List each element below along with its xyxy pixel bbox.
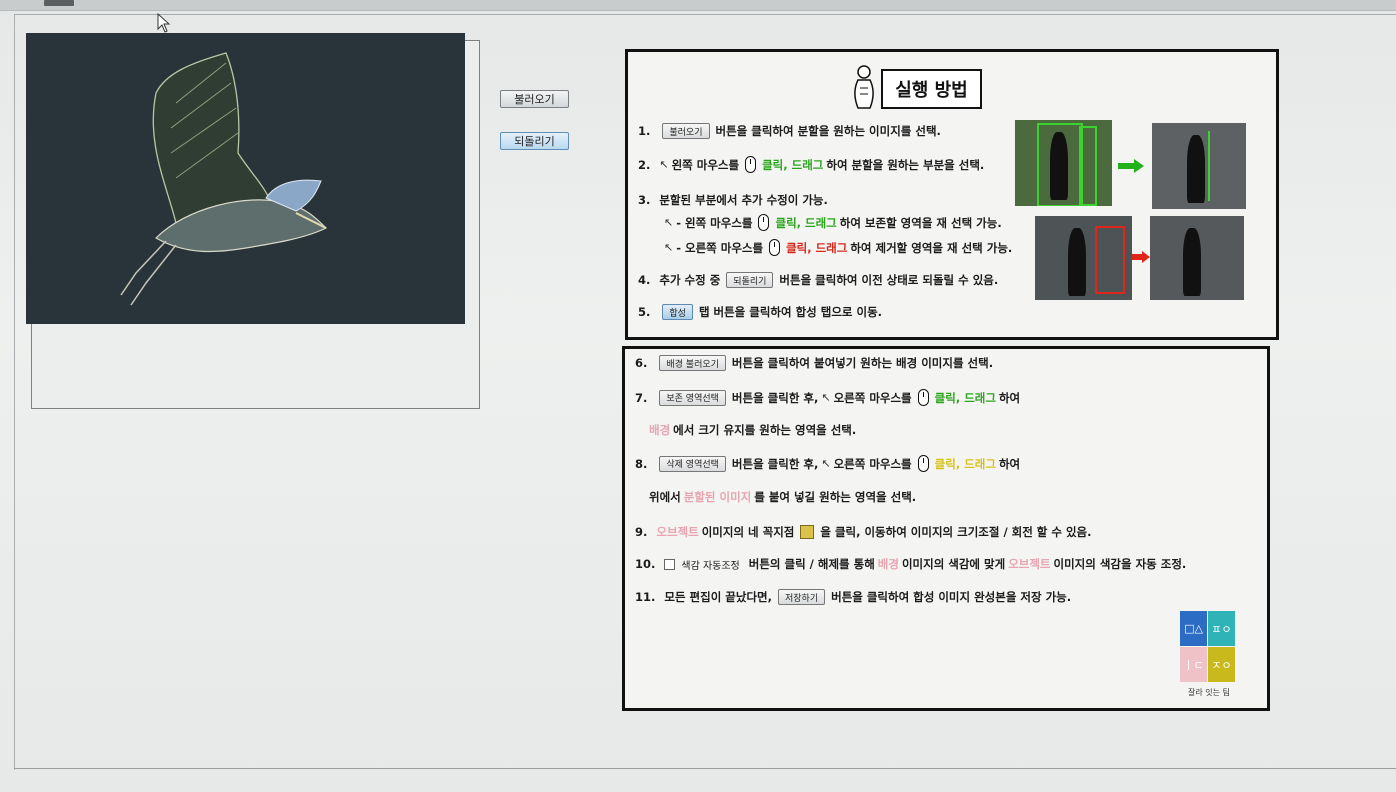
- topbar-control[interactable]: [44, 0, 74, 6]
- mouse-icon: [917, 389, 929, 406]
- step-2: 2. ↖ 왼쪽 마우스를 클릭, 드래그 하여 분할을 원하는 부분을 선택.: [638, 156, 985, 173]
- segmented-image-canvas[interactable]: [26, 33, 465, 324]
- undo-button[interactable]: 되돌리기: [500, 132, 569, 150]
- team-caption: 잘라 잇는 팀: [1188, 688, 1230, 697]
- step-5: 5. 합성 탭 버튼을 클릭하여 합성 탭으로 이동.: [638, 304, 883, 320]
- corner-handle-icon: [800, 525, 815, 539]
- pointer-icon: ↖: [821, 391, 831, 404]
- example-image-after-1: [1152, 123, 1246, 209]
- load-button[interactable]: 불러오기: [500, 90, 569, 108]
- team-logo: □△ ㅍㅇ ㅣㄷ ㅈㅇ: [1180, 611, 1236, 683]
- pointer-icon: ↖: [659, 158, 669, 171]
- step-6: 6. 배경 불러오기 버튼을 클릭하여 붙여넣기 원하는 배경 이미지를 선택.: [635, 355, 994, 371]
- step-1-load-button: 불러오기: [662, 123, 710, 139]
- instructions-panel-composition: 6. 배경 불러오기 버튼을 클릭하여 붙여넣기 원하는 배경 이미지를 선택.…: [622, 346, 1270, 711]
- step-11: 11. 모든 편집이 끝났다면, 저장하기 버튼을 클릭하여 합성 이미지 완성…: [635, 589, 1072, 605]
- step-7: 7. 보존 영역선택 버튼을 클릭한 후, ↖ 오른쪽 마우스를 클릭, 드래그…: [635, 389, 1021, 406]
- mouse-icon: [917, 455, 929, 472]
- mouse-icon: [758, 214, 770, 231]
- top-bar: [0, 0, 1396, 11]
- step-9: 9. 오브젝트 이미지의 네 꼭지점 을 클릭, 이동하여 이미지의 크기조절 …: [635, 525, 1092, 539]
- example-image-before-2: [1035, 216, 1132, 300]
- mouse-icon: [745, 156, 757, 173]
- pointer-icon: ↖: [664, 216, 674, 229]
- step-1: 1. 불러오기 버튼을 클릭하여 분할을 원하는 이미지를 선택.: [638, 123, 941, 139]
- step-6-bg-load-button: 배경 불러오기: [659, 355, 726, 371]
- step-3a: ↖ - 왼쪽 마우스를 클릭, 드래그 하여 보존할 영역을 재 선택 가능.: [664, 214, 1002, 231]
- instructions-panel-segmentation: 실행 방법 1. 불러오기 버튼을 클릭하여 분할을 원하는 이미지를 선택. …: [625, 49, 1279, 340]
- bird-image: [120, 52, 328, 306]
- step-8-cont: 위에서 분할된 이미지 를 붙여 넣길 원하는 영역을 선택.: [649, 490, 917, 504]
- green-arrow-icon: [1118, 159, 1144, 173]
- step-4-undo-button: 되돌리기: [726, 272, 774, 288]
- example-image-before-1: [1015, 120, 1112, 206]
- mouse-pointer-icon: [157, 13, 171, 33]
- step-3b: ↖ - 오른쪽 마우스를 클릭, 드래그 하여 제거할 영역을 재 선택 가능.: [664, 239, 1013, 256]
- step-11-save-button: 저장하기: [777, 589, 826, 605]
- step-8-delete-area-button: 삭제 영역선택: [659, 455, 726, 472]
- step-5-compose-tab: 합성: [662, 304, 693, 320]
- example-image-after-2: [1150, 216, 1244, 300]
- desktop-screen: 불러오기 되돌리기 실행 방법 1. 불러오기 버튼을 클릭하여 분할을 원하는…: [0, 0, 1396, 792]
- guide-title: 실행 방법: [881, 69, 982, 109]
- step-4: 4. 추가 수정 중 되돌리기 버튼을 클릭하여 이전 상태로 되돌릴 수 있음…: [638, 272, 999, 288]
- step-7-keep-area-button: 보존 영역선택: [659, 389, 726, 406]
- step-7-cont: 배경 에서 크기 유지를 원하는 영역을 선택.: [649, 423, 857, 437]
- window-bottom-edge: [14, 768, 1396, 769]
- pointer-icon: ↖: [821, 457, 831, 470]
- checkbox-icon: [664, 558, 676, 570]
- red-arrow-icon: [1132, 251, 1150, 263]
- mouse-icon: [769, 239, 781, 256]
- step-10: 10. 색감 자동조정 버튼의 클릭 / 해제를 통해 배경 이미지의 색감에 …: [635, 557, 1187, 572]
- step-8: 8. 삭제 영역선택 버튼을 클릭한 후, ↖ 오른쪽 마우스를 클릭, 드래그…: [635, 455, 1021, 472]
- mascot-icon: [854, 65, 874, 109]
- pointer-icon: ↖: [664, 241, 674, 254]
- step-3: 3. 분할된 부분에서 추가 수정이 가능.: [638, 193, 828, 207]
